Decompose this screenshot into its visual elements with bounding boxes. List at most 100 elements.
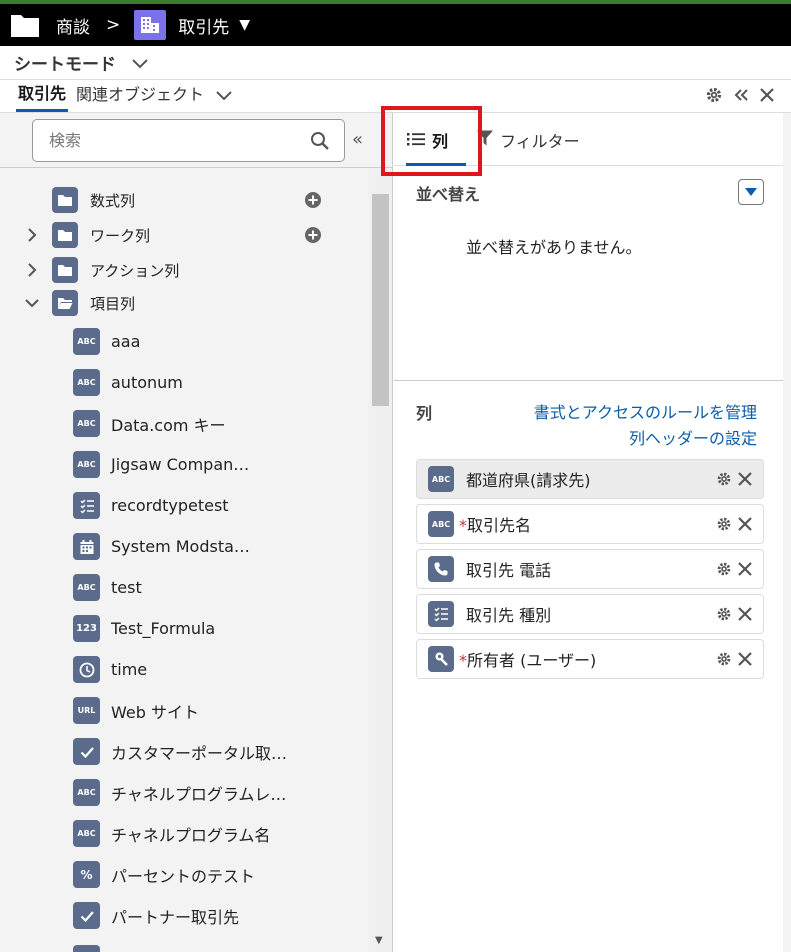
- search-box: [32, 119, 345, 162]
- required-mark: *: [459, 516, 467, 535]
- tree-folder-work-columns[interactable]: ワーク列: [0, 217, 368, 253]
- field-item[interactable]: System Modsta…: [0, 526, 368, 567]
- checkbox-field-icon: [73, 738, 100, 765]
- tab-filter[interactable]: フィルター: [476, 128, 580, 152]
- column-label: 取引先 電話: [466, 561, 552, 580]
- gear-icon[interactable]: [716, 516, 732, 536]
- column-settings-panel: 列 フィルター 並べ替え 並べ替えがありません。 列 書式とアクセスのルールを管…: [381, 106, 791, 952]
- remove-icon[interactable]: [737, 606, 753, 626]
- tab-account[interactable]: 取引先: [16, 80, 69, 112]
- gear-icon[interactable]: [716, 651, 732, 671]
- field-label: System Modsta…: [111, 537, 250, 556]
- search-icon[interactable]: [310, 131, 330, 155]
- column-item[interactable]: 取引先 種別: [416, 594, 764, 634]
- scrollbar-thumb[interactable]: [372, 194, 389, 406]
- gear-icon[interactable]: [716, 606, 732, 626]
- folder-icon: [52, 187, 78, 213]
- column-label: *取引先名: [459, 512, 531, 536]
- chevron-right-icon[interactable]: [24, 262, 40, 278]
- chevron-down-icon[interactable]: [24, 295, 40, 311]
- field-label: Data.com キー: [111, 415, 226, 435]
- folder-open-icon: [52, 290, 78, 316]
- manage-rules-link[interactable]: 書式とアクセスのルールを管理: [534, 399, 757, 423]
- folder-icon[interactable]: [10, 12, 40, 38]
- text-field-icon: ABC: [73, 410, 100, 437]
- no-sort-message: 並べ替えがありません。: [466, 238, 642, 257]
- field-label: Test_Formula: [111, 619, 216, 638]
- field-item[interactable]: ABC チャネルプログラムレ…: [0, 772, 368, 813]
- picklist-icon: [428, 601, 454, 627]
- tab-filter-label: フィルター: [500, 132, 580, 151]
- breadcrumb-account[interactable]: 取引先: [178, 13, 229, 38]
- field-item[interactable]: カスタマーポータル取…: [0, 731, 368, 772]
- gear-icon[interactable]: [716, 471, 732, 491]
- remove-icon[interactable]: [737, 561, 753, 581]
- tab-related-objects[interactable]: 関連オブジェクト: [76, 81, 204, 112]
- chevron-right-icon[interactable]: [24, 227, 40, 243]
- field-label: Jigsaw Compan…: [111, 455, 250, 474]
- field-item[interactable]: URL Web サイト: [0, 690, 368, 731]
- remove-icon[interactable]: [737, 471, 753, 491]
- field-item[interactable]: ABC autonum: [0, 362, 368, 403]
- field-item[interactable]: % パーセントのテスト: [0, 854, 368, 895]
- field-item[interactable]: ABC Data.com キー: [0, 403, 368, 444]
- columns-title: 列: [416, 404, 433, 423]
- url-field-icon: URL: [73, 697, 100, 724]
- collapse-panel-icon[interactable]: [733, 87, 749, 107]
- folder-icon: [52, 257, 78, 283]
- field-item[interactable]: ABC aaa: [0, 321, 368, 362]
- field-label: test: [111, 578, 142, 597]
- phone-icon: [428, 556, 454, 582]
- add-circle-icon[interactable]: [304, 226, 322, 244]
- column-label-text: 所有者 (ユーザー): [467, 651, 597, 670]
- field-item[interactable]: ABC チャネルプログラム名: [0, 813, 368, 854]
- field-label: チャネルプログラムレ…: [111, 784, 287, 804]
- field-item[interactable]: recordtypetest: [0, 485, 368, 526]
- lookup-icon: [428, 646, 454, 672]
- sort-section: 並べ替え 並べ替えがありません。: [394, 167, 783, 381]
- column-item[interactable]: ABC *取引先名: [416, 504, 764, 544]
- picklist-icon: [73, 492, 100, 519]
- tree-folder-action-columns[interactable]: アクション列: [0, 252, 368, 288]
- field-item[interactable]: ABC test: [0, 567, 368, 608]
- gear-icon[interactable]: [705, 86, 723, 108]
- search-input[interactable]: [49, 131, 289, 150]
- chevron-down-icon[interactable]: [214, 87, 234, 105]
- text-field-icon: [73, 945, 100, 952]
- chevron-down-icon[interactable]: [130, 53, 150, 73]
- gear-icon[interactable]: [716, 561, 732, 581]
- percent-field-icon: %: [73, 861, 100, 888]
- field-label: カスタマーポータル取…: [111, 743, 288, 763]
- sort-dropdown-button[interactable]: [738, 179, 764, 205]
- sheet-mode-label[interactable]: シートモード: [14, 50, 116, 75]
- column-header-settings-link[interactable]: 列ヘッダーの設定: [629, 425, 757, 449]
- tree-folder-field-columns[interactable]: 項目列: [0, 285, 368, 321]
- field-label: パーセントのテスト: [111, 866, 256, 886]
- column-item[interactable]: 取引先 電話: [416, 549, 764, 589]
- column-item[interactable]: ABC 都道府県(請求先): [416, 459, 764, 499]
- tree-folder-formula-columns[interactable]: 数式列: [0, 182, 368, 218]
- field-item[interactable]: [0, 938, 368, 952]
- close-icon[interactable]: [759, 87, 775, 107]
- field-item[interactable]: パートナー取引先: [0, 895, 368, 936]
- field-item[interactable]: time: [0, 649, 368, 690]
- column-item[interactable]: *所有者 (ユーザー): [416, 639, 764, 679]
- collapse-left-icon[interactable]: «: [352, 129, 363, 150]
- tree-folder-label: ワーク列: [90, 226, 151, 245]
- text-field-icon: ABC: [73, 779, 100, 806]
- account-object-icon: [134, 10, 167, 40]
- remove-icon[interactable]: [737, 516, 753, 536]
- add-circle-icon[interactable]: [304, 191, 322, 209]
- breadcrumb-opportunity[interactable]: 商談: [56, 13, 90, 38]
- text-field-icon: ABC: [73, 574, 100, 601]
- object-dropdown-icon[interactable]: ▼: [239, 17, 250, 33]
- remove-icon[interactable]: [737, 651, 753, 671]
- top-navigation-bar: 商談 > 取引先 ▼: [0, 4, 791, 46]
- tree-folder-label: アクション列: [90, 261, 180, 280]
- columns-section: 列 書式とアクセスのルールを管理 列ヘッダーの設定 ABC 都道府県(請求先) …: [394, 382, 783, 952]
- field-item[interactable]: ABC Jigsaw Compan…: [0, 444, 368, 485]
- scroll-down-icon[interactable]: ▼: [375, 935, 383, 946]
- mode-bar: シートモード: [0, 46, 791, 80]
- tree-scrollbar[interactable]: ▼: [369, 168, 392, 952]
- field-item[interactable]: 123 Test_Formula: [0, 608, 368, 649]
